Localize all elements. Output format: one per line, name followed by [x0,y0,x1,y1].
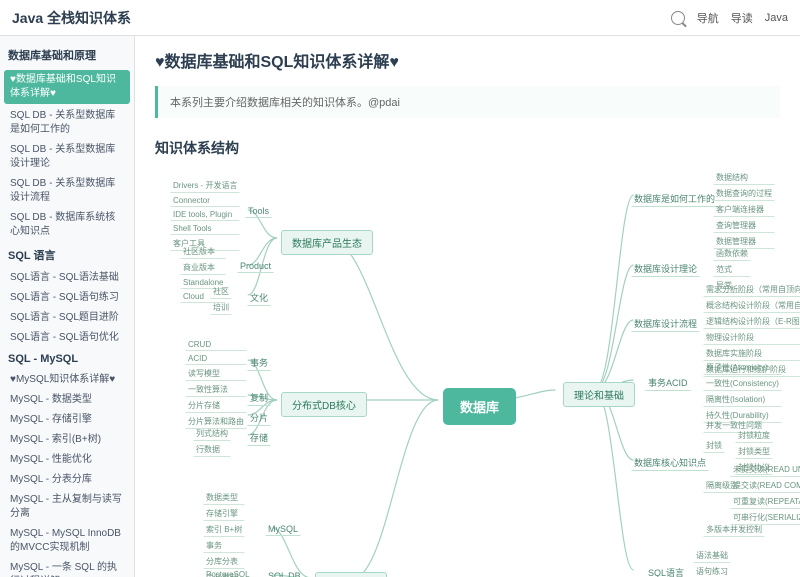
nav-read[interactable]: 导读 [731,10,753,26]
sidebar-item[interactable]: SQL DB - 关系型数据库设计理论 [0,140,134,174]
mind-leaf: 社区版本 [180,244,226,259]
sidebar-item[interactable]: MySQL - 分表分库 [0,470,134,490]
main-content: ♥数据库基础和SQL知识体系详解♥ 本系列主要介绍数据库相关的知识体系。@pda… [135,36,800,577]
node-shard: 分片 [247,409,271,426]
mind-leaf: 提交读(READ COMMITTED) [730,478,800,493]
sidebar-item[interactable]: MySQL - 一条 SQL 的执行过程详解 [0,558,134,577]
node-rep: 复制 [247,389,271,406]
sidebar-item[interactable]: SQL DB - 关系型数据库是如何工作的 [0,106,134,140]
mind-leaf: 读写模型 [185,366,247,381]
sidebar-group: 数据库基础和原理 [0,42,134,68]
node-product: Product [237,259,274,273]
sidebar-item[interactable]: SQL语言 - SQL题目进阶 [0,308,134,328]
mind-leaf: 一致性(Consistency) [703,376,782,391]
mind-leaf: 隔离性(Isolation) [703,392,782,407]
mind-leaf: Connector [170,194,240,207]
node-tools: Tools [245,204,272,218]
node-design-process: 数据库设计流程 [631,315,700,332]
sidebar-item[interactable]: MySQL - 存储引擎 [0,410,134,430]
mind-leaf: 分片存储 [185,398,247,413]
node-lock: 封锁 [703,438,725,453]
section-title: 知识体系结构 [155,138,780,158]
node-culture: 文化 [247,289,271,306]
sidebar-item[interactable]: SQL DB - 数据库系统核心知识点 [0,208,134,242]
mind-leaf: 封锁粒度 [735,428,773,443]
mind-leaf: 数据库实施阶段 [703,346,800,361]
sidebar-item[interactable]: MySQL - MySQL InnoDB的MVCC实现机制 [0,524,134,558]
mind-leaf: 封锁类型 [735,444,773,459]
mind-leaf: 数据类型 [203,490,245,505]
mind-leaf: 函数依赖 [713,246,751,261]
sidebar: 数据库基础和原理♥数据库基础和SQL知识体系详解♥SQL DB - 关系型数据库… [0,36,135,577]
header-nav: 导航 导读 Java [671,10,788,26]
branch-ecosystem: 数据库产品生态 [281,230,373,255]
node-mysql: MySQL [265,522,301,536]
node-sqldb: SQL DB [265,569,304,577]
search-icon[interactable] [671,11,685,25]
mind-leaf: 查询管理器 [713,218,775,233]
nav-guide[interactable]: 导航 [697,10,719,26]
mind-leaf: 需求分析阶段（常用自顶向下） [703,282,800,297]
node-core-points: 数据库核心知识点 [631,454,709,471]
sidebar-item[interactable]: SQL DB - 关系型数据库设计流程 [0,174,134,208]
mind-leaf: 逻辑结构设计阶段（E-R图） [703,314,800,329]
mind-leaf: 事务 [203,538,245,553]
mind-leaf: 语句练习 [693,564,731,577]
site-title[interactable]: Java 全栈知识体系 [12,8,131,28]
mind-root: 数据库 [443,388,516,425]
mind-leaf: 物理设计阶段 [703,330,800,345]
mindmap-diagram: 数据库 数据库产品生态 Tools Product 文化 Drivers - 开… [155,170,780,577]
sidebar-item[interactable]: MySQL - 性能优化 [0,450,134,470]
app-header: Java 全栈知识体系 导航 导读 Java [0,0,800,36]
node-acid: 事务ACID [645,374,691,391]
mind-leaf: 数据查询的过程 [713,186,775,201]
mind-leaf: 数据结构 [713,170,775,185]
mind-leaf: 行数据 [193,442,231,457]
sidebar-item[interactable]: MySQL - 索引(B+树) [0,430,134,450]
intro-box: 本系列主要介绍数据库相关的知识体系。@pdai [155,86,780,118]
mind-leaf: 商业版本 [180,260,226,275]
branch-theory: 理论和基础 [563,382,635,407]
nav-java[interactable]: Java [765,12,788,24]
mind-leaf: 一致性算法 [185,382,247,397]
node-design-theory: 数据库设计理论 [631,260,700,277]
mind-leaf: ACID [185,352,247,365]
sidebar-item[interactable]: MySQL - 主从复制与读写分离 [0,490,134,524]
mind-leaf: 存储引擎 [203,506,245,521]
sidebar-group: SQL - MySQL [0,348,134,370]
mind-leaf: 未提交读(READ UNCOMMITTED) [730,462,800,477]
sidebar-item[interactable]: MySQL - 数据类型 [0,390,134,410]
node-store: 存储 [247,429,271,446]
mind-leaf: 分库分表 [203,554,245,569]
mind-leaf: 范式 [713,262,751,277]
mind-leaf: Shell Tools [170,222,240,235]
sidebar-item[interactable]: SQL语言 - SQL语句练习 [0,288,134,308]
mind-leaf: 列式结构 [193,426,231,441]
mind-leaf: 语法基础 [693,548,731,563]
node-tx: 事务 [247,354,271,371]
mind-leaf: IDE tools, Plugin [170,208,240,221]
branch-distributed: 分布式DB核心 [281,392,367,417]
mind-leaf: 可串行化(SERIALIZABLE) [730,510,800,525]
mind-leaf: CRUD [185,338,247,351]
mind-leaf: 培训 [210,300,232,315]
sidebar-item[interactable]: ♥MySQL知识体系详解♥ [0,370,134,390]
mind-leaf: 社区 [210,284,232,299]
mind-leaf: PostgreSQL [203,568,253,577]
sidebar-item[interactable]: ♥数据库基础和SQL知识体系详解♥ [4,70,130,104]
sidebar-item[interactable]: SQL语言 - SQL语法基础 [0,268,134,288]
mind-leaf: Drivers - 开发语言 [170,178,240,193]
sidebar-group: SQL 语言 [0,242,134,268]
mind-leaf: 概念结构设计阶段（常用自底向上） [703,298,800,313]
mind-leaf: 原子性(Atomicity) [703,360,782,375]
node-how-works: 数据库是如何工作的 [631,190,718,207]
sidebar-item[interactable]: SQL语言 - SQL语句优化 [0,328,134,348]
mind-leaf: 索引 B+树 [203,522,245,537]
mind-leaf: 客户端连接器 [713,202,775,217]
mind-leaf: 可重复读(REPEATABLE READ) [730,494,800,509]
node-sql-lang: SQL语言 [645,564,687,577]
branch-common-db: 常见数据库 [315,572,387,577]
page-title: ♥数据库基础和SQL知识体系详解♥ [155,48,780,72]
